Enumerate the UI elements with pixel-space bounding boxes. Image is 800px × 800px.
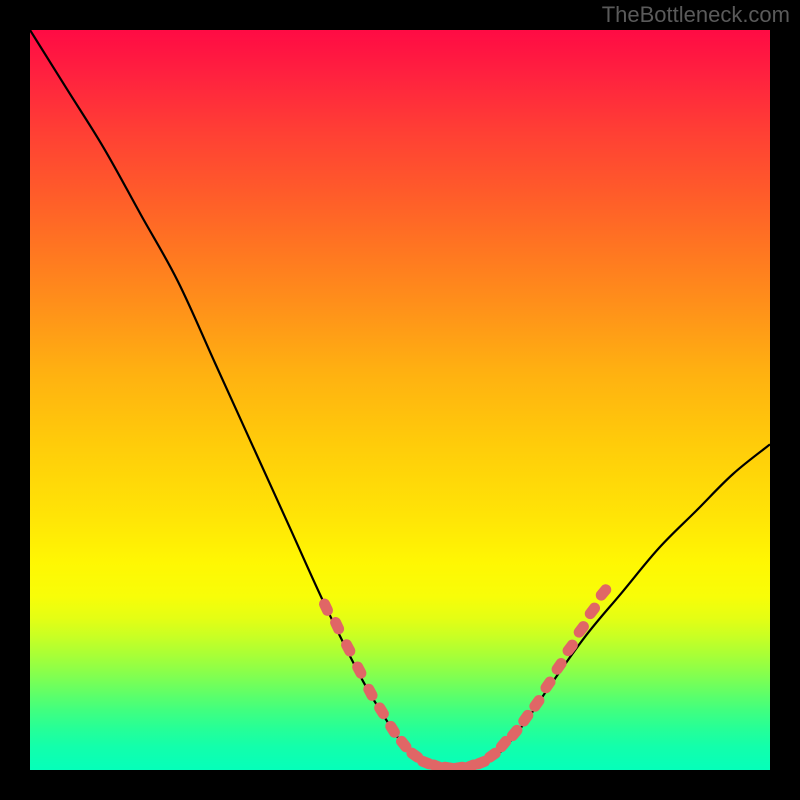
curve-marker	[549, 656, 568, 677]
curve-marker	[571, 619, 591, 640]
watermark-text: TheBottleneck.com	[602, 2, 790, 28]
bottleneck-curve	[30, 30, 770, 770]
plot-area	[30, 30, 770, 770]
curve-marker	[594, 582, 614, 603]
curve-svg	[30, 30, 770, 770]
curve-marker	[317, 597, 335, 618]
curve-markers	[317, 582, 613, 770]
